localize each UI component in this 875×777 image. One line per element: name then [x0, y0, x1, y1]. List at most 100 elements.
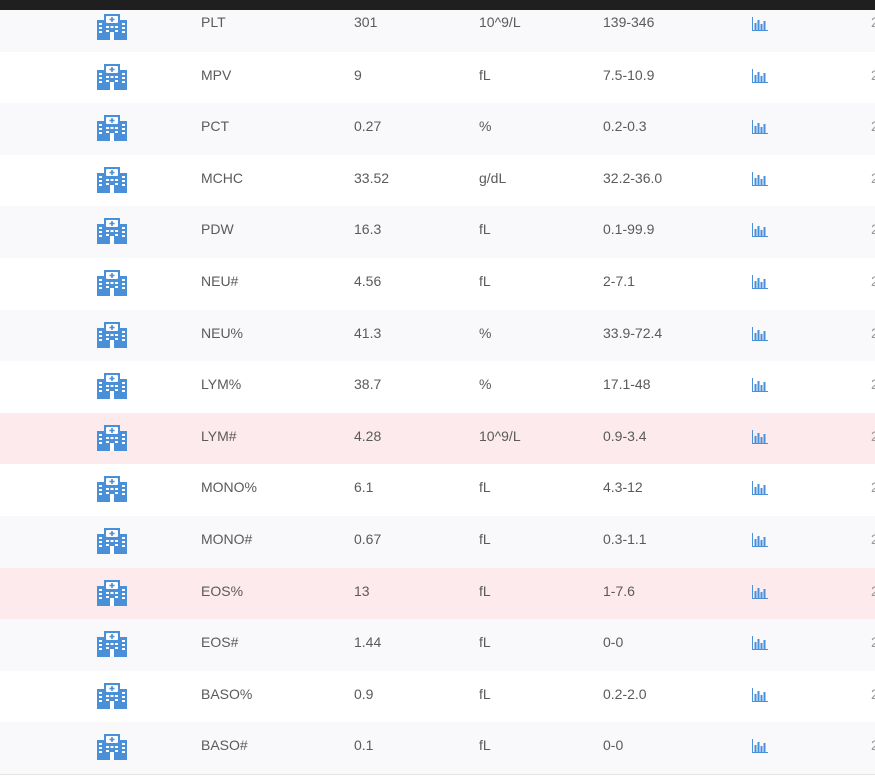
truncated-column-text: 2 [871, 737, 875, 752]
hospital-building-icon [97, 268, 127, 296]
test-name: LYM# [201, 427, 237, 444]
truncated-column-text: 2 [871, 427, 875, 442]
truncated-column-text: 2 [871, 530, 875, 545]
test-unit: % [479, 118, 492, 135]
hospital-building-icon [97, 320, 127, 348]
reference-range: 7.5-10.9 [603, 66, 655, 83]
test-unit: fL [479, 530, 491, 547]
test-unit: fL [479, 272, 491, 289]
test-value: 0.1 [354, 737, 374, 754]
reference-range: 0-0 [603, 737, 624, 754]
test-name: NEU# [201, 272, 239, 289]
test-unit: fL [479, 221, 491, 238]
hospital-building-icon [97, 629, 127, 658]
top-bar [0, 0, 875, 10]
test-name: MPV [201, 66, 232, 83]
bar-chart-icon[interactable] [752, 739, 768, 754]
test-value: 4.56 [354, 272, 382, 289]
test-unit: fL [479, 634, 491, 651]
reference-range: 139-346 [603, 14, 655, 30]
table-bottom-border [0, 774, 875, 775]
reference-range: 4.3-12 [603, 479, 643, 496]
hospital-building-icon [97, 165, 127, 193]
test-name: MONO# [201, 530, 253, 547]
truncated-column-text: 2 [871, 14, 875, 28]
test-value: 4.28 [354, 427, 382, 444]
table-row: BASO# 0.1 fL 0-0 2 [0, 722, 875, 774]
table-row: PDW 16.3 fL 0.1-99.9 2 [0, 206, 875, 258]
hospital-building-icon [97, 62, 127, 90]
bar-chart-icon[interactable] [752, 481, 768, 496]
bar-chart-icon[interactable] [752, 429, 768, 444]
test-value: 41.3 [354, 324, 382, 341]
truncated-column-text: 2 [871, 66, 875, 81]
test-name: PCT [201, 118, 229, 135]
reference-range: 32.2-36.0 [603, 169, 663, 186]
table-row: EOS# 1.44 fL 0-0 2 [0, 619, 875, 671]
truncated-column-text: 2 [871, 582, 875, 597]
bar-chart-icon[interactable] [752, 584, 768, 599]
hospital-building-icon [97, 371, 127, 400]
test-value: 9 [354, 66, 362, 83]
truncated-column-text: 2 [871, 221, 875, 236]
reference-range: 0.2-0.3 [603, 118, 647, 135]
table-row: PCT 0.27 % 0.2-0.3 2 [0, 103, 875, 155]
test-name: LYM% [201, 376, 242, 393]
reference-range: 1-7.6 [603, 582, 635, 599]
reference-range: 0.3-1.1 [603, 530, 647, 547]
test-value: 38.7 [354, 376, 382, 393]
bar-chart-icon[interactable] [752, 68, 768, 83]
test-value: 0.27 [354, 118, 382, 135]
test-value: 13 [354, 582, 370, 599]
table-row: EOS% 13 fL 1-7.6 2 [0, 567, 875, 620]
test-unit: fL [479, 685, 491, 702]
bar-chart-icon[interactable] [752, 223, 768, 238]
table-row: LYM# 4.28 10^9/L 0.9-3.4 2 [0, 412, 875, 465]
hospital-building-icon [97, 113, 127, 142]
test-name: PLT [201, 14, 226, 30]
bar-chart-icon[interactable] [752, 171, 768, 186]
hospital-building-icon [97, 474, 127, 503]
hospital-building-icon [97, 216, 127, 245]
test-value: 0.67 [354, 530, 382, 547]
reference-range: 0.2-2.0 [603, 685, 647, 702]
test-value: 301 [354, 14, 378, 30]
test-value: 1.44 [354, 634, 382, 651]
truncated-column-text: 2 [871, 376, 875, 391]
reference-range: 33.9-72.4 [603, 324, 663, 341]
hospital-building-icon [97, 578, 127, 606]
bar-chart-icon[interactable] [752, 636, 768, 651]
bar-chart-icon[interactable] [752, 378, 768, 393]
reference-range: 0.9-3.4 [603, 427, 647, 444]
bar-chart-icon[interactable] [752, 532, 768, 547]
hospital-building-icon [97, 681, 127, 709]
test-unit: fL [479, 479, 491, 496]
test-value: 16.3 [354, 221, 382, 238]
test-unit: 10^9/L [479, 14, 521, 30]
test-name: BASO% [201, 685, 253, 702]
test-unit: fL [479, 737, 491, 754]
reference-range: 0-0 [603, 634, 624, 651]
test-unit: fL [479, 582, 491, 599]
bar-chart-icon[interactable] [752, 326, 768, 341]
test-name: PDW [201, 221, 234, 238]
table-row: MONO% 6.1 fL 4.3-12 2 [0, 464, 875, 516]
bar-chart-icon[interactable] [752, 17, 768, 31]
truncated-column-text: 2 [871, 479, 875, 494]
reference-range: 0.1-99.9 [603, 221, 655, 238]
table-row: LYM% 38.7 % 17.1-48 2 [0, 361, 875, 413]
truncated-column-text: 2 [871, 118, 875, 133]
bar-chart-icon[interactable] [752, 120, 768, 135]
bar-chart-icon[interactable] [752, 687, 768, 702]
test-unit: % [479, 324, 492, 341]
table-row: NEU% 41.3 % 33.9-72.4 2 [0, 309, 875, 362]
test-name: MCHC [201, 169, 243, 186]
bar-chart-icon[interactable] [752, 274, 768, 289]
truncated-column-text: 2 [871, 324, 875, 339]
table-row: BASO% 0.9 fL 0.2-2.0 2 [0, 670, 875, 723]
table-row: MCHC 33.52 g/dL 32.2-36.0 2 [0, 154, 875, 207]
test-unit: g/dL [479, 169, 507, 186]
reference-range: 17.1-48 [603, 376, 651, 393]
table-row: MPV 9 fL 7.5-10.9 2 [0, 51, 875, 104]
test-name: BASO# [201, 737, 248, 754]
